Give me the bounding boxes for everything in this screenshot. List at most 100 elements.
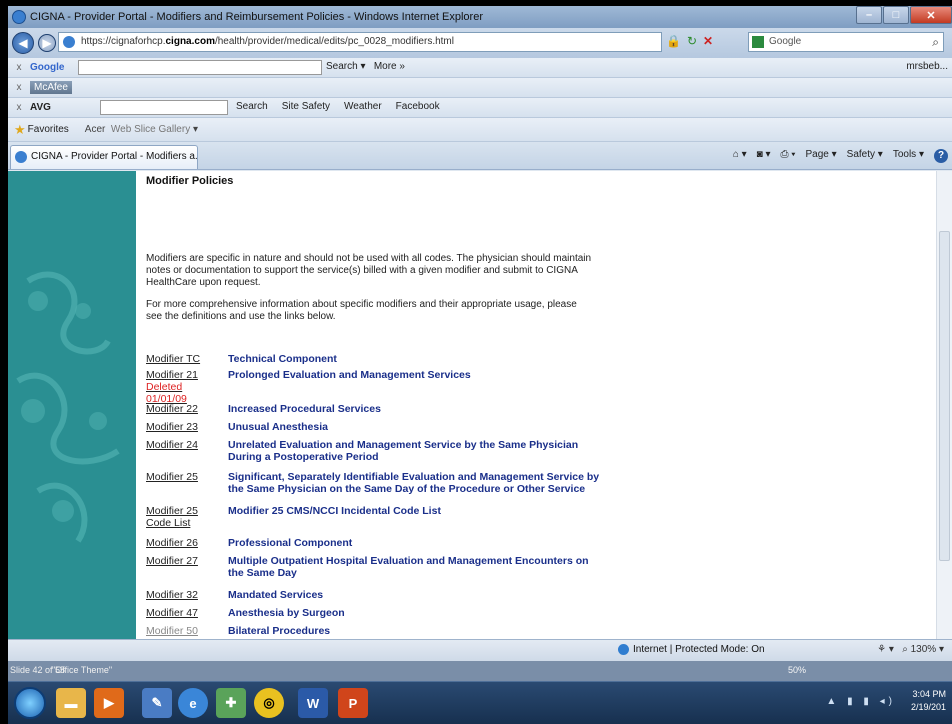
modifier-description[interactable]: Bilateral Procedures bbox=[228, 625, 600, 637]
modifier-description[interactable]: Modifier 25 CMS/NCCI Incidental Code Lis… bbox=[228, 505, 600, 517]
avg-search-input[interactable] bbox=[100, 100, 228, 115]
google-toolbar: x Google Search ▾ More » mrsbeb... bbox=[8, 58, 952, 78]
ie-icon bbox=[15, 151, 27, 163]
site-icon bbox=[63, 36, 75, 48]
theme-name: "Office Theme" bbox=[52, 665, 113, 675]
modifier-description[interactable]: Increased Procedural Services bbox=[228, 403, 600, 415]
avg-site-safety-button[interactable]: Site Safety bbox=[282, 101, 330, 112]
close-toolbar-icon[interactable]: x bbox=[12, 102, 26, 113]
tab-row: CIGNA - Provider Portal - Modifiers a...… bbox=[8, 142, 952, 170]
search-input[interactable]: Google ⌕ bbox=[748, 32, 944, 52]
acer-link[interactable]: Acer bbox=[85, 124, 106, 135]
modifier-link[interactable]: Modifier 47 bbox=[146, 607, 224, 619]
modifier-description[interactable]: Multiple Outpatient Hospital Evaluation … bbox=[228, 555, 600, 579]
modifier-link[interactable]: Modifier 22 bbox=[146, 403, 224, 415]
avg-facebook-button[interactable]: Facebook bbox=[396, 101, 440, 112]
tray-icons[interactable]: ▲ ▮ ▮ ◂) bbox=[826, 696, 896, 707]
modifier-description[interactable]: Prolonged Evaluation and Management Serv… bbox=[228, 369, 600, 381]
start-button[interactable] bbox=[14, 687, 46, 719]
modifier-link[interactable]: Modifier 23 bbox=[146, 421, 224, 433]
modifier-description[interactable]: Significant, Separately Identifiable Eva… bbox=[228, 471, 600, 495]
avg-toolbar: x AVG Search Site Safety Weather Faceboo… bbox=[8, 98, 952, 118]
stop-icon[interactable]: ✕ bbox=[703, 34, 713, 48]
network-icon[interactable]: ✚ bbox=[216, 688, 246, 718]
modifier-link[interactable]: Modifier 50 bbox=[146, 625, 224, 637]
command-bar: ⌂ ▾ ◙ ▾ ⎙ ▾ Page ▾ Safety ▾ Tools ▾ ? bbox=[733, 149, 948, 163]
lock-icon[interactable]: 🔒 bbox=[666, 34, 681, 48]
browser-window: CIGNA - Provider Portal - Modifiers and … bbox=[8, 6, 952, 724]
web-slice-gallery-link[interactable]: Web Slice Gallery bbox=[111, 124, 190, 135]
scrollbar-thumb[interactable] bbox=[939, 231, 950, 561]
favorites-bar: ★ Favorites Acer Web Slice Gallery ▾ bbox=[8, 118, 952, 142]
page-content: Modifier Policies Modifiers are specific… bbox=[8, 171, 952, 639]
help-icon[interactable]: ? bbox=[934, 149, 948, 163]
close-button[interactable]: ✕ bbox=[910, 6, 952, 24]
page-title: Modifier Policies bbox=[146, 175, 234, 187]
decorative-side-panel bbox=[8, 171, 136, 639]
favorites-button[interactable]: Favorites bbox=[28, 124, 69, 135]
media-icon[interactable]: ▶ bbox=[94, 688, 124, 718]
modifier-link[interactable]: Modifier 24 bbox=[146, 439, 224, 451]
ie-icon[interactable]: e bbox=[178, 688, 208, 718]
modifier-link[interactable]: Modifier 25 Code List bbox=[146, 505, 224, 529]
print-icon[interactable]: ⎙ ▾ bbox=[781, 149, 796, 163]
antivirus-icon[interactable]: ◎ bbox=[254, 688, 284, 718]
google-icon bbox=[752, 36, 764, 48]
refresh-icon[interactable]: ↻ bbox=[687, 34, 697, 48]
safety-menu[interactable]: Safety bbox=[847, 149, 875, 160]
taskbar: ▬ ▶ ✎ e ✚ ◎ W P ▲ ▮ ▮ ◂) 3:04 PM 2/19/20… bbox=[8, 681, 952, 724]
vertical-scrollbar[interactable] bbox=[936, 171, 952, 639]
back-button[interactable]: ◀ bbox=[12, 32, 34, 54]
google-user[interactable]: mrsbeb... bbox=[906, 61, 948, 72]
ppt-zoom[interactable]: 50% bbox=[788, 665, 806, 675]
photo-icon[interactable]: ✎ bbox=[142, 688, 172, 718]
window-title: CIGNA - Provider Portal - Modifiers and … bbox=[30, 11, 483, 23]
clock[interactable]: 3:04 PM 2/19/201 bbox=[911, 688, 946, 714]
modifier-link[interactable]: Modifier 26 bbox=[146, 537, 224, 549]
modifier-description[interactable]: Unusual Anesthesia bbox=[228, 421, 600, 433]
intro-paragraph: Modifiers are specific in nature and sho… bbox=[146, 253, 592, 288]
minimize-button[interactable]: – bbox=[856, 6, 882, 24]
home-icon[interactable]: ⌂ ▾ bbox=[733, 149, 747, 163]
url-actions: 🔒 ↻ ✕ bbox=[666, 34, 713, 48]
star-icon: ★ bbox=[14, 121, 26, 137]
search-icon[interactable]: ⌕ bbox=[932, 33, 939, 51]
window-controls: – □ ✕ bbox=[855, 6, 952, 26]
close-toolbar-icon[interactable]: x bbox=[12, 62, 26, 73]
leaf-pattern-icon bbox=[16, 271, 120, 543]
avg-search-button[interactable]: Search bbox=[236, 101, 268, 112]
url-field[interactable]: https://cignaforhcp.cigna.com/health/pro… bbox=[58, 32, 662, 52]
modifier-link[interactable]: Modifier TC bbox=[146, 353, 224, 365]
close-toolbar-icon[interactable]: x bbox=[12, 82, 26, 93]
google-more-button[interactable]: More » bbox=[374, 61, 405, 72]
tab-cigna[interactable]: CIGNA - Provider Portal - Modifiers a... bbox=[10, 145, 198, 169]
feeds-icon[interactable]: ◙ ▾ bbox=[757, 149, 771, 163]
address-bar-row: ◀ ▶ https://cignaforhcp.cigna.com/health… bbox=[8, 28, 952, 58]
google-search-input[interactable] bbox=[78, 60, 322, 75]
modifier-description[interactable]: Anesthesia by Surgeon bbox=[228, 607, 600, 619]
word-icon[interactable]: W bbox=[298, 688, 328, 718]
maximize-button[interactable]: □ bbox=[883, 6, 909, 24]
security-zone[interactable]: Internet | Protected Mode: On bbox=[633, 644, 765, 655]
powerpoint-icon[interactable]: P bbox=[338, 688, 368, 718]
forward-button[interactable]: ▶ bbox=[38, 34, 56, 52]
modifier-description[interactable]: Professional Component bbox=[228, 537, 600, 549]
avg-weather-button[interactable]: Weather bbox=[344, 101, 382, 112]
modifier-link[interactable]: Modifier 32 bbox=[146, 589, 224, 601]
mcafee-toolbar: x McAfee bbox=[8, 78, 952, 98]
tools-menu[interactable]: Tools bbox=[893, 149, 916, 160]
modifier-description[interactable]: Technical Component bbox=[228, 353, 600, 365]
modifier-link[interactable]: Modifier 25 bbox=[146, 471, 224, 483]
mcafee-button[interactable]: McAfee bbox=[30, 81, 72, 94]
info-paragraph: For more comprehensive information about… bbox=[146, 299, 577, 322]
modifier-link[interactable]: Modifier 21 bbox=[146, 369, 198, 381]
modifier-link[interactable]: Modifier 27 bbox=[146, 555, 224, 567]
modifier-description[interactable]: Mandated Services bbox=[228, 589, 600, 601]
folder-icon[interactable]: ▬ bbox=[56, 688, 86, 718]
deleted-note: Deleted 01/01/09 bbox=[146, 381, 187, 405]
avg-logo[interactable]: AVG bbox=[30, 102, 51, 113]
zoom-level[interactable]: 130% bbox=[911, 644, 937, 655]
page-menu[interactable]: Page bbox=[805, 149, 828, 160]
modifier-description[interactable]: Unrelated Evaluation and Management Serv… bbox=[228, 439, 600, 463]
google-search-button[interactable]: Search bbox=[326, 61, 358, 72]
